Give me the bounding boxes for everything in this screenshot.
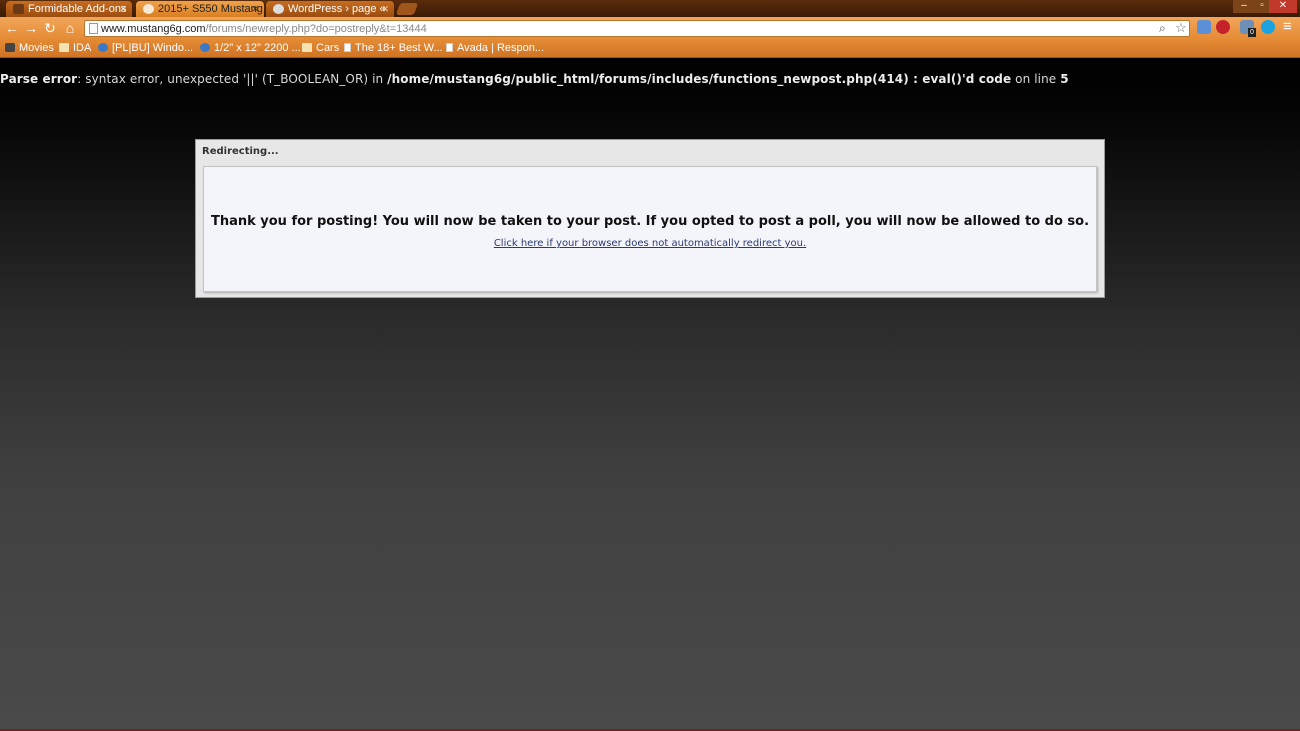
manual-redirect-link[interactable]: Click here if your browser does not auto…: [204, 238, 1096, 249]
bookmark-star-icon[interactable]: ☆: [1175, 20, 1187, 36]
skype-icon[interactable]: [1261, 20, 1275, 34]
bookmark-best[interactable]: The 18+ Best W...: [344, 41, 443, 55]
social-icon: [5, 43, 15, 52]
tab-title: Formidable Add-ons: [28, 3, 127, 15]
tab-mustang[interactable]: 2015+ S550 Mustang ✕: [136, 1, 264, 17]
bookmarks-bar: Movies IDA [PL|BU] Windo... 1/2" x 12" 2…: [0, 40, 1300, 58]
tab-favicon: [13, 4, 24, 14]
url-text[interactable]: www.mustang6g.com/forums/newreply.php?do…: [101, 22, 427, 36]
tab-strip: Formidable Add-ons ✕ 2015+ S550 Mustang …: [0, 0, 1300, 17]
wordpress-icon: [273, 4, 284, 14]
tab-formidable[interactable]: Formidable Add-ons ✕: [6, 1, 132, 17]
extension-badge: 0: [1248, 28, 1256, 37]
tab-wordpress[interactable]: WordPress › page « ✕: [266, 1, 394, 17]
back-icon[interactable]: ←: [3, 20, 21, 36]
reload-icon[interactable]: ↻: [41, 20, 59, 36]
tab-favicon: [143, 4, 154, 14]
bookmark-product[interactable]: 1/2" x 12" 2200 ...: [200, 41, 301, 55]
zoom-icon[interactable]: ⌕: [1159, 21, 1166, 36]
redirect-body: Thank you for posting! You will now be t…: [203, 166, 1097, 292]
redirect-title: Redirecting...: [202, 146, 279, 157]
tab-close-icon[interactable]: ✕: [381, 1, 389, 17]
new-tab-button[interactable]: [395, 3, 419, 15]
redirect-message: Thank you for posting! You will now be t…: [210, 214, 1090, 229]
tab-title: 2015+ S550 Mustang: [158, 3, 263, 15]
bookmark-movies[interactable]: Movies: [5, 41, 54, 55]
bookmark-avada[interactable]: Avada | Respon...: [446, 41, 544, 55]
cast-extension-icon[interactable]: [1197, 20, 1211, 34]
redirect-panel: Redirecting... Thank you for posting! Yo…: [195, 139, 1105, 298]
page-icon: [344, 43, 351, 52]
adblock-extension-icon[interactable]: [1216, 20, 1230, 34]
tab-close-icon[interactable]: ✕: [251, 1, 259, 17]
page-icon: [446, 43, 453, 52]
folder-icon: [59, 43, 69, 52]
tab-title: WordPress › page «: [288, 3, 386, 15]
browser-toolbar: ← → ↻ ⌂ www.mustang6g.com/forums/newrepl…: [0, 17, 1300, 40]
menu-icon[interactable]: ≡: [1283, 19, 1292, 35]
php-parse-error: Parse error: syntax error, unexpected '|…: [0, 72, 1069, 86]
page-icon: [89, 23, 98, 34]
home-icon[interactable]: ⌂: [61, 20, 79, 36]
close-window-button[interactable]: ✕: [1269, 0, 1297, 13]
forward-icon[interactable]: →: [22, 20, 40, 36]
tab-close-icon[interactable]: ✕: [119, 1, 127, 17]
bookmark-windows[interactable]: [PL|BU] Windo...: [98, 41, 193, 55]
globe-icon: [98, 43, 108, 52]
address-bar[interactable]: www.mustang6g.com/forums/newreply.php?do…: [84, 20, 1190, 37]
bookmark-ida[interactable]: IDA: [59, 41, 91, 55]
folder-icon: [302, 43, 312, 52]
page-viewport: Parse error: syntax error, unexpected '|…: [0, 58, 1300, 731]
globe-icon: [200, 43, 210, 52]
bookmark-cars[interactable]: Cars: [302, 41, 339, 55]
